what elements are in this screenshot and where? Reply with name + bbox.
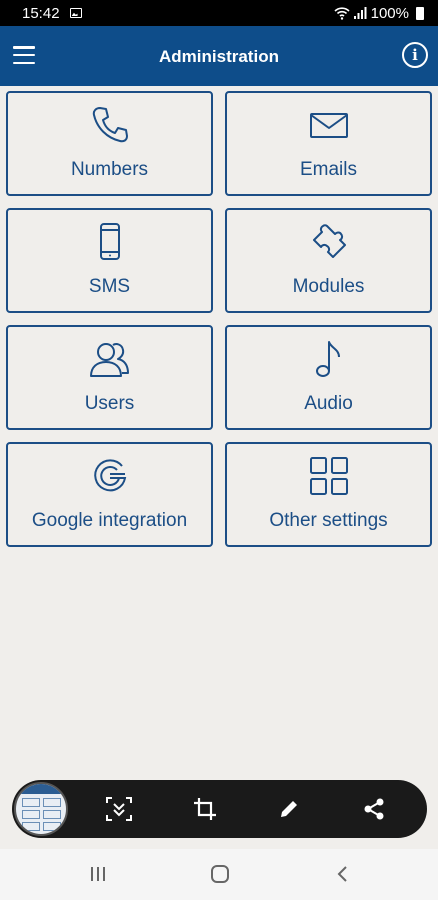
tile-users[interactable]: Users	[6, 325, 213, 430]
tile-label: Emails	[299, 159, 357, 180]
signal-icon	[353, 7, 367, 19]
tile-label: SMS	[88, 276, 131, 297]
tile-label: Audio	[304, 393, 353, 414]
battery-percent: 100%	[370, 4, 409, 22]
recents-icon[interactable]	[86, 863, 110, 885]
page-title: Administration	[159, 47, 279, 66]
tile-label: Other settings	[269, 510, 388, 531]
info-icon[interactable]: i	[402, 42, 428, 68]
tile-other-settings[interactable]: Other settings	[225, 442, 432, 547]
pen-icon[interactable]	[274, 794, 304, 824]
puzzle-icon	[227, 222, 430, 262]
grid-icon	[227, 456, 430, 496]
google-icon	[8, 456, 211, 496]
app-bar: Administration i	[0, 26, 438, 86]
tile-numbers[interactable]: Numbers	[6, 91, 213, 196]
wifi-icon	[334, 6, 350, 20]
gallery-notification-icon	[69, 8, 82, 18]
status-bar: 15:42 100%	[0, 0, 438, 26]
status-right: 100%	[334, 5, 424, 22]
tile-emails[interactable]: Emails	[225, 91, 432, 196]
music-note-icon	[227, 339, 430, 379]
mobile-icon	[8, 222, 211, 262]
capture-toolbar	[12, 780, 427, 838]
tile-label: Modules	[292, 276, 365, 297]
crop-icon[interactable]	[190, 794, 220, 824]
share-icon[interactable]	[359, 794, 389, 824]
tile-modules[interactable]: Modules	[225, 208, 432, 313]
tile-label: Google integration	[31, 510, 188, 531]
tile-google-integration[interactable]: Google integration	[6, 442, 213, 547]
tile-audio[interactable]: Audio	[225, 325, 432, 430]
home-icon[interactable]	[208, 863, 232, 885]
users-icon	[8, 339, 211, 379]
scroll-capture-icon[interactable]	[104, 794, 134, 824]
tile-label: Users	[84, 393, 135, 414]
phone-icon	[8, 105, 211, 145]
status-time: 15:42	[22, 4, 60, 22]
screenshot-thumbnail[interactable]	[14, 782, 68, 836]
back-icon[interactable]	[330, 863, 354, 885]
tile-label: Numbers	[70, 159, 149, 180]
envelope-icon	[227, 105, 430, 145]
tile-sms[interactable]: SMS	[6, 208, 213, 313]
battery-icon	[416, 6, 424, 20]
navigation-bar	[0, 849, 438, 900]
